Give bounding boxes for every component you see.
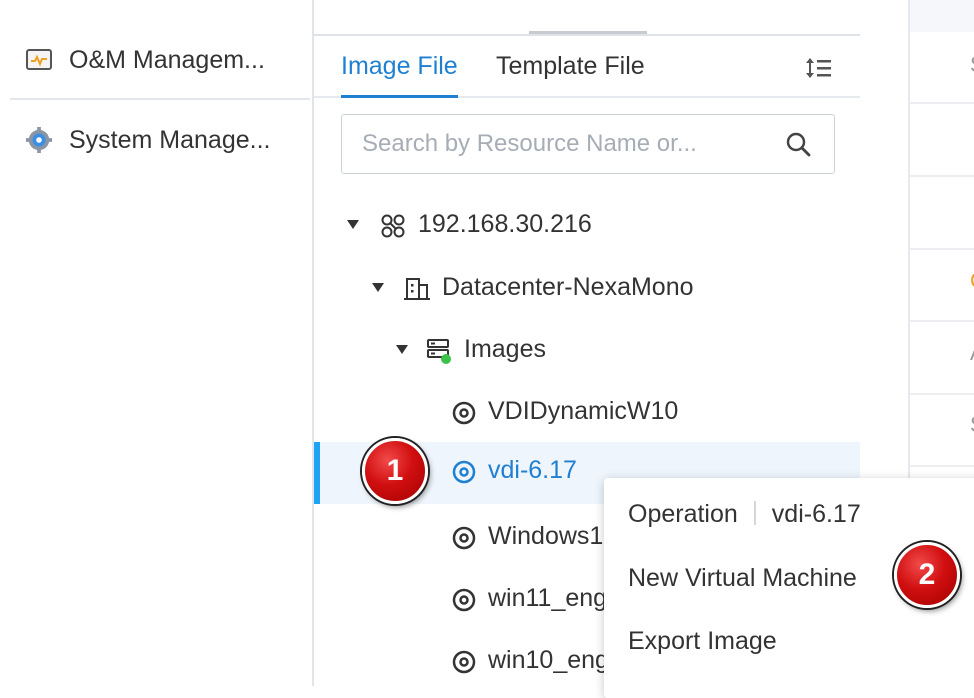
selection-indicator — [314, 442, 320, 504]
tree-node-label: Datacenter-NexaMono — [442, 273, 694, 301]
row-divider — [910, 248, 974, 250]
monitor-icon — [26, 47, 52, 73]
tree-node-image[interactable]: VDIDynamicW10 — [314, 383, 860, 445]
nav-item-label: O&M Managem... — [69, 45, 265, 74]
tree-node-label: vdi-6.17 — [488, 456, 577, 484]
right-panel-header — [910, 0, 974, 32]
tree-node-label: Images — [464, 335, 546, 363]
tree-node-label: 192.168.30.216 — [418, 210, 592, 238]
tab-bar: Image File Template File — [314, 36, 860, 98]
tree-node-host[interactable]: 192.168.30.216 — [314, 196, 860, 258]
context-menu-title: Operation — [628, 500, 738, 528]
cluster-icon — [380, 212, 406, 240]
nav-divider — [10, 98, 310, 100]
storage-icon — [426, 337, 452, 365]
search-box — [341, 114, 835, 174]
cell-fragment: A — [970, 340, 974, 366]
tree-node-label: win11_eng — [488, 584, 608, 612]
context-menu-header: Operation vdi-6.17 — [628, 500, 861, 529]
left-navigation: O&M Managem... System Manage... — [0, 0, 312, 686]
disc-icon — [451, 458, 477, 486]
tab-image-file[interactable]: Image File — [341, 52, 458, 98]
tab-template-file[interactable]: Template File — [496, 52, 645, 81]
panel-header-strip — [314, 0, 860, 36]
search-icon[interactable] — [784, 130, 812, 158]
row-divider — [910, 465, 974, 467]
step-badge-1: 1 — [362, 438, 428, 504]
cell-fragment: S — [970, 52, 974, 78]
step-badge-2: 2 — [894, 542, 960, 608]
tree-node-label: win10_eng — [488, 646, 609, 674]
disc-icon — [451, 586, 477, 614]
tree-node-label: Windows1 — [488, 522, 604, 550]
tree-node-images[interactable]: Images — [314, 321, 860, 383]
nav-item-system-management[interactable]: System Manage... — [10, 110, 310, 170]
disc-icon — [451, 524, 477, 552]
context-menu-target: vdi-6.17 — [771, 500, 861, 528]
row-divider — [910, 175, 974, 177]
tree-node-label: VDIDynamicW10 — [488, 397, 679, 425]
cell-fragment: C — [970, 268, 974, 294]
nav-item-om-management[interactable]: O&M Managem... — [10, 30, 310, 90]
cell-fragment: S — [970, 412, 974, 438]
row-divider — [910, 393, 974, 395]
sort-settings-icon[interactable] — [804, 54, 834, 84]
expand-caret-icon[interactable] — [396, 345, 408, 354]
menu-item-new-virtual-machine[interactable]: New Virtual Machine — [628, 564, 857, 593]
row-divider — [910, 102, 974, 104]
expand-caret-icon[interactable] — [347, 220, 359, 229]
disc-icon — [451, 399, 477, 427]
resize-handle[interactable] — [529, 31, 647, 34]
header-separator — [753, 501, 756, 525]
menu-item-export-image[interactable]: Export Image — [628, 627, 777, 656]
row-divider — [910, 320, 974, 322]
expand-caret-icon[interactable] — [372, 283, 384, 292]
gear-icon — [26, 127, 52, 153]
datacenter-icon — [404, 275, 430, 303]
disc-icon — [451, 648, 477, 676]
search-input[interactable] — [362, 125, 752, 163]
tree-node-datacenter[interactable]: Datacenter-NexaMono — [314, 259, 860, 321]
nav-item-label: System Manage... — [69, 125, 271, 154]
